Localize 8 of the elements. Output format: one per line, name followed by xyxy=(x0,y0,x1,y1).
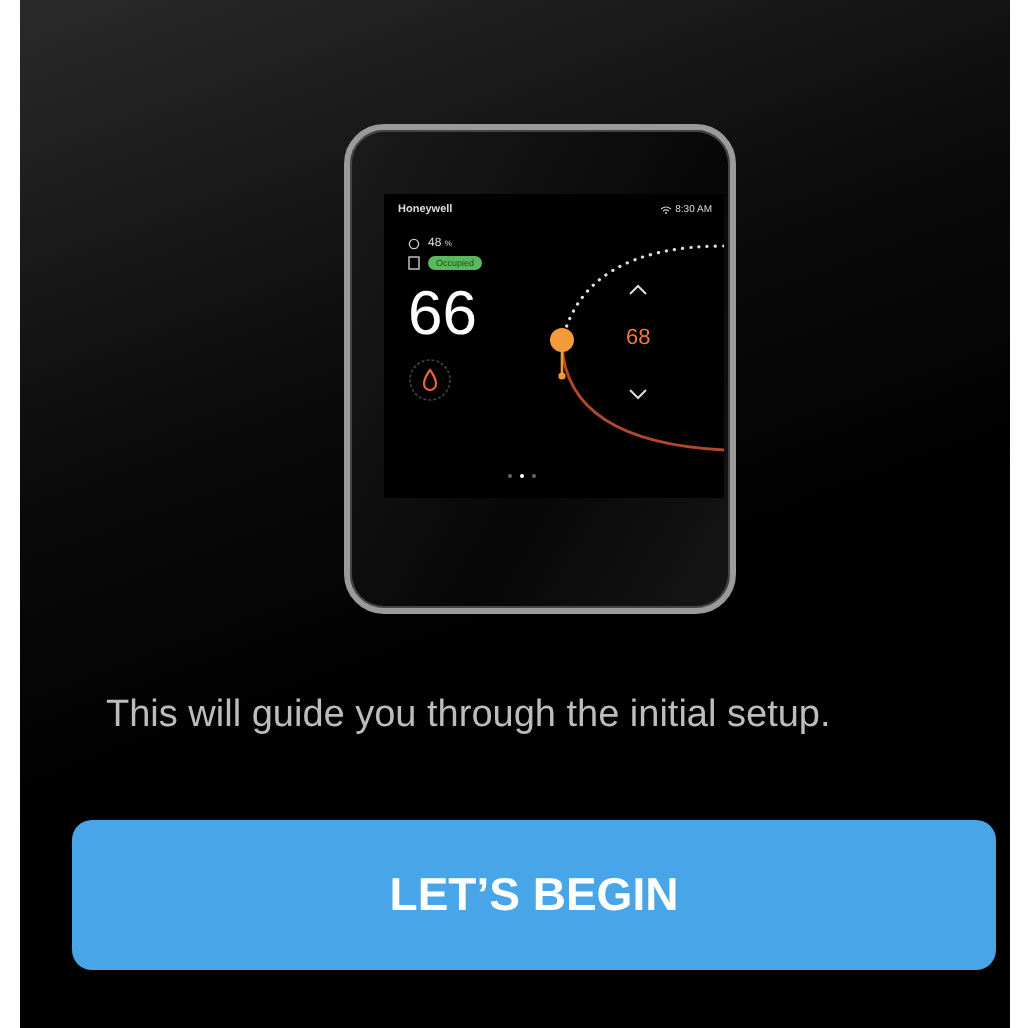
begin-button[interactable]: LET’S BEGIN xyxy=(72,820,996,970)
wifi-icon xyxy=(659,206,672,214)
setpoint-value: 68 xyxy=(626,326,651,350)
temperature-reading: 66 xyxy=(408,280,479,348)
setup-message: This will guide you through the initial setup. xyxy=(106,694,833,738)
humidity-icon xyxy=(408,238,420,250)
flame-icon xyxy=(408,358,452,402)
occupancy-icon xyxy=(408,256,420,270)
